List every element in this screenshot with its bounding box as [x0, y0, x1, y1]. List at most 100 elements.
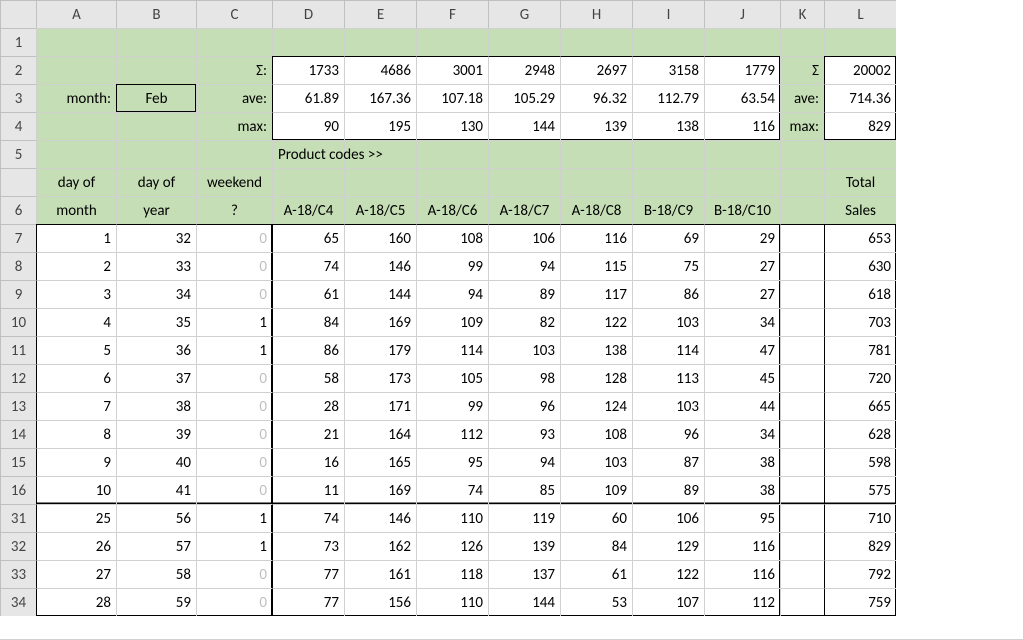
cell-val-5[interactable]: 89: [632, 476, 704, 504]
cell-val-0[interactable]: 77: [272, 588, 344, 616]
cell-val-2[interactable]: 108: [416, 224, 488, 252]
cell-val-1[interactable]: 144: [344, 280, 416, 308]
row-header-2[interactable]: 2: [0, 56, 36, 84]
row-header-[interactable]: [0, 168, 36, 196]
cell-val-4[interactable]: 108: [560, 420, 632, 448]
spreadsheet-grid[interactable]: ABCDEFGHIJKL12Σ:173346863001294826973158…: [0, 0, 1024, 640]
cell-val-6[interactable]: 38: [704, 476, 780, 504]
row-header-14[interactable]: 14: [0, 420, 36, 448]
cell-val-2[interactable]: 126: [416, 532, 488, 560]
month-value[interactable]: Feb: [116, 84, 196, 112]
cell-val-5[interactable]: 103: [632, 392, 704, 420]
cell-val-5[interactable]: 122: [632, 560, 704, 588]
row-header-9[interactable]: 9: [0, 280, 36, 308]
cell-dom[interactable]: 6: [36, 364, 116, 392]
cell-val-6[interactable]: 38: [704, 448, 780, 476]
cell-blank[interactable]: [36, 140, 116, 168]
cell-val-3[interactable]: 93: [488, 420, 560, 448]
cell-weekend[interactable]: 0: [196, 588, 272, 616]
cell-dom[interactable]: 1: [36, 224, 116, 252]
cell-blank[interactable]: [488, 140, 560, 168]
row-header-15[interactable]: 15: [0, 448, 36, 476]
cell-weekend[interactable]: 0: [196, 420, 272, 448]
cell-val-1[interactable]: 173: [344, 364, 416, 392]
row-header-12[interactable]: 12: [0, 364, 36, 392]
cell-val-3[interactable]: 94: [488, 252, 560, 280]
cell-blank[interactable]: [560, 28, 632, 56]
cell-blank-k[interactable]: [780, 336, 824, 364]
row-header-13[interactable]: 13: [0, 392, 36, 420]
cell-val-6[interactable]: 29: [704, 224, 780, 252]
cell-blank-k[interactable]: [780, 392, 824, 420]
cell-doy[interactable]: 40: [116, 448, 196, 476]
row-header-11[interactable]: 11: [0, 336, 36, 364]
cell-val-0[interactable]: 73: [272, 532, 344, 560]
cell-total[interactable]: 575: [824, 476, 896, 504]
row-header-10[interactable]: 10: [0, 308, 36, 336]
cell-total[interactable]: 781: [824, 336, 896, 364]
cell-blank[interactable]: [116, 140, 196, 168]
cell-blank-k[interactable]: [780, 532, 824, 560]
cell-blank[interactable]: [196, 28, 272, 56]
cell-val-3[interactable]: 98: [488, 364, 560, 392]
cell-dom[interactable]: 25: [36, 504, 116, 532]
row-header-32[interactable]: 32: [0, 532, 36, 560]
cell-val-1[interactable]: 146: [344, 252, 416, 280]
cell-blank[interactable]: [272, 28, 344, 56]
cell-val-1[interactable]: 146: [344, 504, 416, 532]
cell-val-1[interactable]: 169: [344, 308, 416, 336]
cell-val-6[interactable]: 44: [704, 392, 780, 420]
cell-val-1[interactable]: 165: [344, 448, 416, 476]
cell-val-6[interactable]: 112: [704, 588, 780, 616]
cell-val-3[interactable]: 103: [488, 336, 560, 364]
cell-blank[interactable]: [416, 168, 488, 196]
cell-blank[interactable]: [488, 168, 560, 196]
cell-total[interactable]: 720: [824, 364, 896, 392]
cell-val-6[interactable]: 34: [704, 308, 780, 336]
cell-val-0[interactable]: 11: [272, 476, 344, 504]
cell-blank[interactable]: [780, 168, 824, 196]
column-header-L[interactable]: L: [824, 0, 896, 28]
cell-doy[interactable]: 34: [116, 280, 196, 308]
cell-val-3[interactable]: 139: [488, 532, 560, 560]
cell-blank[interactable]: [36, 112, 116, 140]
cell-total[interactable]: 653: [824, 224, 896, 252]
row-header-7[interactable]: 7: [0, 224, 36, 252]
cell-dom[interactable]: 2: [36, 252, 116, 280]
cell-val-4[interactable]: 138: [560, 336, 632, 364]
cell-total[interactable]: 829: [824, 532, 896, 560]
cell-total[interactable]: 703: [824, 308, 896, 336]
cell-doy[interactable]: 35: [116, 308, 196, 336]
column-header-G[interactable]: G: [488, 0, 560, 28]
cell-doy[interactable]: 56: [116, 504, 196, 532]
cell-blank[interactable]: [344, 168, 416, 196]
cell-dom[interactable]: 7: [36, 392, 116, 420]
cell-val-4[interactable]: 53: [560, 588, 632, 616]
cell-val-4[interactable]: 61: [560, 560, 632, 588]
cell-blank[interactable]: [780, 196, 824, 224]
cell-val-3[interactable]: 144: [488, 588, 560, 616]
cell-val-0[interactable]: 65: [272, 224, 344, 252]
cell-val-6[interactable]: 34: [704, 420, 780, 448]
cell-blank[interactable]: [36, 56, 116, 84]
cell-dom[interactable]: 5: [36, 336, 116, 364]
cell-dom[interactable]: 27: [36, 560, 116, 588]
row-header-16[interactable]: 16: [0, 476, 36, 504]
cell-val-1[interactable]: 156: [344, 588, 416, 616]
cell-blank[interactable]: [344, 28, 416, 56]
cell-val-4[interactable]: 128: [560, 364, 632, 392]
cell-val-0[interactable]: 28: [272, 392, 344, 420]
cell-val-1[interactable]: 161: [344, 560, 416, 588]
cell-blank-k[interactable]: [780, 476, 824, 504]
cell-dom[interactable]: 4: [36, 308, 116, 336]
cell-val-5[interactable]: 114: [632, 336, 704, 364]
cell-val-6[interactable]: 95: [704, 504, 780, 532]
cell-doy[interactable]: 39: [116, 420, 196, 448]
cell-val-2[interactable]: 118: [416, 560, 488, 588]
cell-doy[interactable]: 33: [116, 252, 196, 280]
cell-val-3[interactable]: 137: [488, 560, 560, 588]
cell-val-6[interactable]: 116: [704, 560, 780, 588]
column-header-I[interactable]: I: [632, 0, 704, 28]
cell-val-5[interactable]: 113: [632, 364, 704, 392]
cell-val-5[interactable]: 75: [632, 252, 704, 280]
